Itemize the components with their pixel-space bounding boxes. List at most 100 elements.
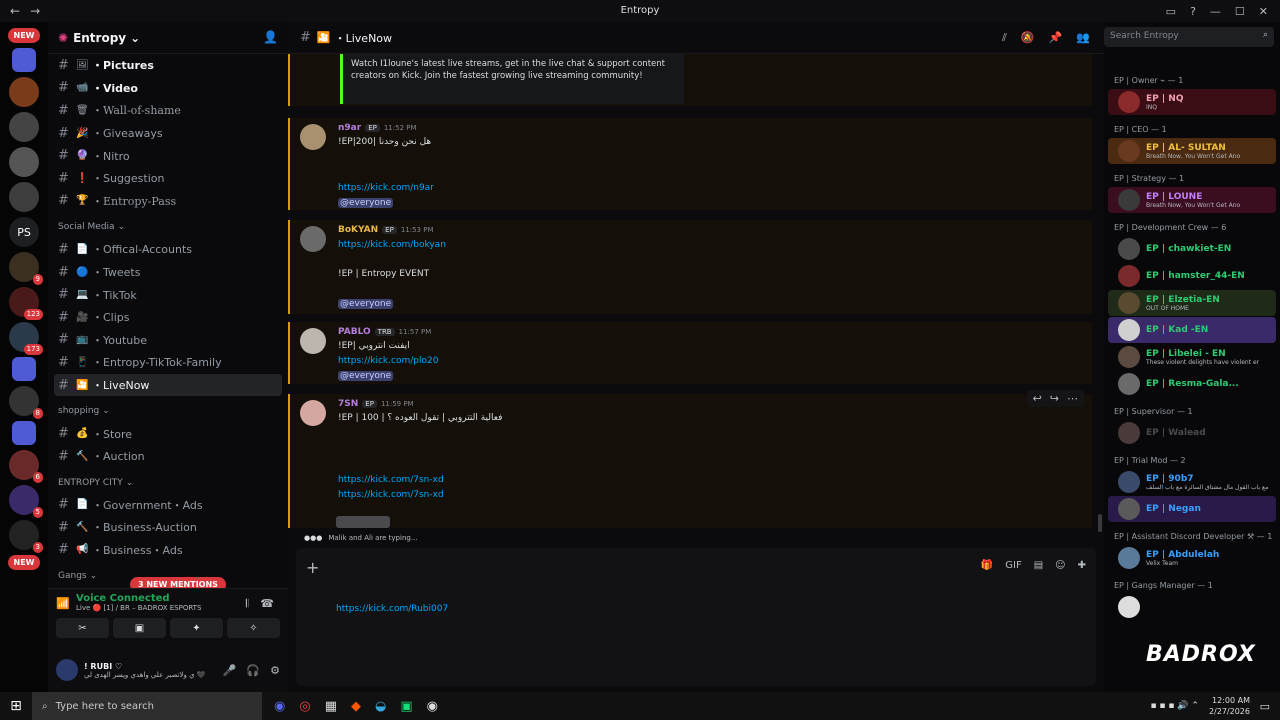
member-item[interactable]: EP | LOUNE Breath Now, You Won't Get Ano	[1108, 187, 1276, 213]
channel-item[interactable]: # 🎦 ・LiveNow	[54, 373, 282, 397]
channel-item[interactable]: # 📺 ・Youtube	[48, 329, 288, 352]
channel-item[interactable]: # 🎉 ・Giveaways	[48, 122, 288, 145]
channel-item[interactable]: # 🗑 ・Wall-of-shame	[48, 99, 288, 122]
server-header[interactable]: ✺ Entropy ⌄ 👤	[48, 22, 288, 54]
channel-item[interactable]: # 🏆 ・Entropy-Pass	[48, 190, 288, 213]
message-link[interactable]: https://kick.com/7sn-xd	[338, 475, 444, 485]
more-icon[interactable]: ⋯	[1067, 392, 1078, 405]
channel-item[interactable]: # 💰 ・Store	[48, 422, 288, 445]
maximize-icon[interactable]: ☐	[1235, 5, 1245, 18]
channel-item[interactable]: # 🎥 ・Clips	[48, 306, 288, 329]
server-icon-ps[interactable]: PS	[9, 217, 39, 247]
store-icon[interactable]: ▦	[325, 699, 337, 714]
author-name[interactable]: n9ar	[338, 123, 361, 133]
channel-item[interactable]: # 🔵 ・Tweets	[48, 261, 288, 284]
gift-icon[interactable]: 🎁	[981, 560, 993, 571]
member-item[interactable]: EP | Abdulelah Velix Team	[1108, 545, 1276, 571]
channel-item[interactable]: # 📄 ・Offical-Accounts	[48, 238, 288, 261]
gear-icon[interactable]: ⚙	[270, 664, 280, 677]
message-link[interactable]: https://kick.com/plo20	[338, 356, 438, 366]
server-icon[interactable]	[9, 147, 39, 177]
everyone-mention[interactable]: @everyone	[338, 299, 394, 309]
member-item[interactable]: EP | Walead	[1108, 420, 1276, 446]
scrollbar[interactable]	[1098, 514, 1102, 532]
excel-icon[interactable]: ▣	[400, 699, 412, 714]
member-item[interactable]: EP | Elzetia-EN OUT OF HOME	[1108, 290, 1276, 316]
inbox-icon[interactable]: ▭	[1166, 5, 1176, 18]
channel-item[interactable]: # 🔨 ・Business-Auction	[48, 516, 288, 539]
minimize-icon[interactable]: —	[1210, 5, 1221, 18]
reply-icon[interactable]: ↩	[1033, 392, 1042, 405]
screen-share-button[interactable]: ▣	[113, 618, 166, 638]
channel-item[interactable]: # 📄 ・Government・Ads	[48, 494, 288, 517]
camera-button[interactable]: ✂	[56, 618, 109, 638]
everyone-mention[interactable]: @everyone	[338, 371, 394, 381]
member-item[interactable]: EP | NQ INQ	[1108, 89, 1276, 115]
edge-icon[interactable]: ◒	[375, 699, 386, 714]
mute-icon[interactable]: 🔕	[1021, 31, 1035, 45]
avatar[interactable]	[56, 659, 78, 681]
apps-icon[interactable]: ✚	[1078, 560, 1086, 571]
gif-icon[interactable]: GIF	[1005, 560, 1021, 571]
channel-item[interactable]: # 📹 ・Video	[48, 77, 288, 100]
member-item[interactable]: EP | hamster_44-EN	[1108, 263, 1276, 289]
disconnect-icon[interactable]: ☎	[260, 597, 274, 611]
new-mentions-pill[interactable]: 3 NEW MENTIONS	[130, 577, 226, 588]
author-name[interactable]: BoKYAN	[338, 225, 378, 235]
notification-icon[interactable]: ▭	[1260, 700, 1270, 713]
member-item[interactable]: EP | Kad -EN	[1108, 317, 1276, 343]
channel-item[interactable]: # 🔨 ・Auction	[48, 445, 288, 468]
channel-item[interactable]: # 🔮 ・Nitro	[48, 144, 288, 167]
category-header[interactable]: ENTROPY CITY ⌄	[48, 472, 288, 494]
obs-icon[interactable]: ◉	[427, 699, 438, 714]
soundboard-icon[interactable]: 𝄃	[246, 597, 248, 611]
server-folder[interactable]	[12, 48, 36, 72]
add-member-icon[interactable]: 👤	[263, 30, 278, 44]
message-link[interactable]: https://kick.com/7sn-xd	[338, 490, 444, 500]
taskbar-search[interactable]: ⌕ Type here to search	[32, 692, 262, 720]
sticker-icon[interactable]: ▤	[1034, 560, 1043, 571]
link-embed[interactable]: Watch I1loune's latest live streams, get…	[340, 54, 684, 104]
member-item[interactable]: EP | Resma-Gala...	[1108, 371, 1276, 397]
message-link[interactable]: https://kick.com/n9ar	[338, 183, 434, 193]
soundboard-button[interactable]: ✧	[227, 618, 280, 638]
server-icon[interactable]: 5	[9, 485, 43, 518]
tray-icons[interactable]: ▪ ▪ ▪ 🔊 ⌃	[1150, 701, 1199, 711]
add-attachment-icon[interactable]: +	[306, 558, 319, 577]
draft-text[interactable]: https://kick.com/Rubi007	[336, 604, 448, 614]
headphones-icon[interactable]: 🎧	[246, 664, 260, 677]
server-folder[interactable]	[12, 357, 36, 381]
avatar[interactable]	[300, 124, 326, 150]
avatar[interactable]	[300, 226, 326, 252]
server-icon[interactable]: 8	[9, 386, 43, 419]
server-icon[interactable]: 123	[9, 287, 43, 320]
member-item[interactable]: EP | chawkiet-EN	[1108, 236, 1276, 262]
emoji-icon[interactable]: ☺	[1055, 560, 1065, 571]
channel-item[interactable]: # 🖼 ・Pictures	[48, 54, 288, 77]
category-header[interactable]: Social Media ⌄	[48, 216, 288, 238]
pin-icon[interactable]: 📌	[1049, 31, 1063, 45]
members-icon[interactable]: 👥	[1076, 31, 1090, 45]
help-icon[interactable]: ?	[1190, 5, 1196, 18]
member-item[interactable]: EP | Libelei - EN These violent delights …	[1108, 344, 1276, 370]
server-icon[interactable]	[9, 77, 39, 107]
everyone-mention[interactable]: @everyone	[338, 198, 394, 208]
threads-icon[interactable]: ⫽	[1002, 31, 1007, 45]
member-item[interactable]: EP | Negan	[1108, 496, 1276, 522]
server-icon[interactable]: 9	[9, 252, 43, 285]
server-icon[interactable]: 6	[9, 450, 43, 483]
server-icon[interactable]	[9, 182, 39, 212]
channel-item[interactable]: # 📱 ・Entropy-TikTok-Family	[48, 351, 288, 374]
close-icon[interactable]: ✕	[1259, 5, 1268, 18]
discord-app-icon[interactable]: ◉	[274, 699, 285, 714]
activities-button[interactable]: ✦	[170, 618, 223, 638]
new-pill-top[interactable]: NEW	[7, 28, 41, 43]
channel-item[interactable]: # ❗ ・Suggestion	[48, 167, 288, 190]
server-icon[interactable]: 3	[9, 520, 43, 553]
author-name[interactable]: PABLO	[338, 327, 371, 337]
avatar[interactable]	[300, 400, 326, 426]
message-composer[interactable]: + 🎁 GIF ▤ ☺ ✚ https://kick.com/Rubi007	[296, 548, 1096, 686]
server-folder[interactable]	[12, 421, 36, 445]
avatar[interactable]	[300, 328, 326, 354]
new-pill-bottom[interactable]: NEW	[7, 555, 41, 570]
